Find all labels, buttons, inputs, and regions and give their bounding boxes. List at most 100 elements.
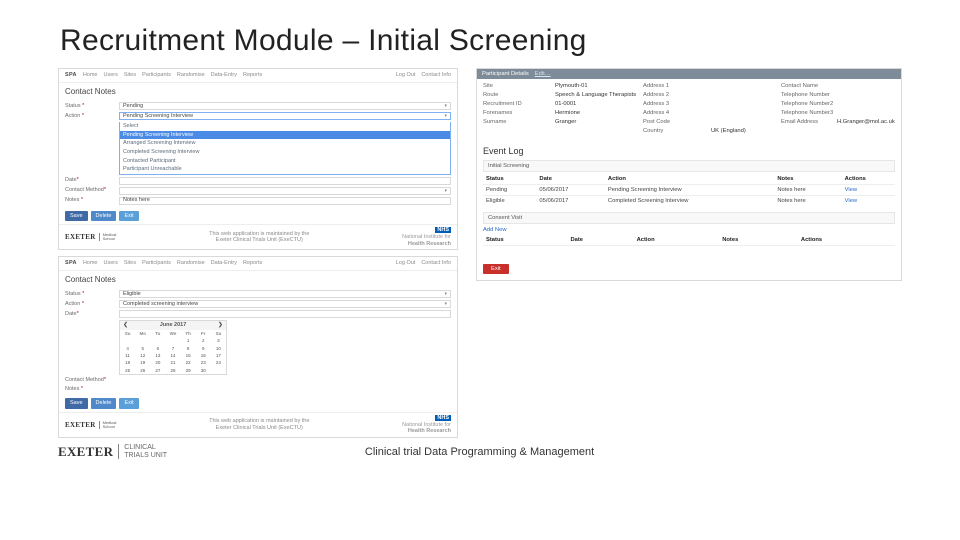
view-link[interactable]: View — [845, 187, 857, 193]
add-new-link[interactable]: Add New — [483, 227, 507, 233]
nav-link[interactable]: Randomise — [177, 260, 205, 267]
datepicker-day[interactable]: 2 — [196, 337, 211, 344]
datepicker-day[interactable]: 23 — [196, 359, 211, 366]
datepicker-day[interactable]: 11 — [120, 352, 135, 359]
nav-link[interactable]: Data-Entry — [211, 260, 237, 267]
exit-button[interactable]: Exit — [483, 264, 509, 274]
status-select[interactable]: Pending▾ — [119, 102, 451, 110]
column-header: Notes — [719, 235, 798, 246]
datepicker-day[interactable]: 3 — [211, 337, 226, 344]
datepicker-dow: We — [165, 330, 180, 337]
datepicker-day[interactable] — [120, 337, 135, 344]
datepicker[interactable]: ❮ June 2017 ❯ SuMoTuWeThFrSa 12345678910… — [119, 320, 227, 375]
dropdown-option[interactable]: Arranged Screening Interview — [120, 139, 450, 148]
label-contact-method: Contact Method* — [65, 377, 119, 384]
detail-label: Contact Name — [781, 83, 837, 89]
datepicker-day[interactable] — [135, 337, 150, 344]
datepicker-day[interactable]: 7 — [165, 345, 180, 352]
datepicker-day[interactable]: 13 — [150, 352, 165, 359]
prev-month-icon[interactable]: ❮ — [122, 322, 129, 329]
datepicker-day[interactable]: 21 — [165, 359, 180, 366]
datepicker-day[interactable]: 27 — [150, 367, 165, 374]
nav-logout[interactable]: Log Out — [396, 260, 416, 267]
datepicker-day[interactable]: 15 — [181, 352, 196, 359]
nav-logout[interactable]: Log Out — [396, 72, 416, 79]
table-row: Eligible05/06/2017Completed Screening In… — [483, 196, 895, 207]
label-date: Date* — [65, 177, 119, 184]
label-notes: Notes * — [65, 386, 119, 393]
app-brand: SPA — [65, 72, 77, 79]
exit-button[interactable]: Exit — [119, 398, 138, 409]
datepicker-day[interactable]: 22 — [181, 359, 196, 366]
action-select[interactable]: Completed screening interview▾ — [119, 300, 451, 308]
view-link[interactable]: View — [845, 198, 857, 204]
datepicker-day[interactable]: 4 — [120, 345, 135, 352]
contact-method-select[interactable]: ▾ — [119, 187, 451, 195]
datepicker-day[interactable]: 5 — [135, 345, 150, 352]
nav-link[interactable]: Data-Entry — [211, 72, 237, 79]
participant-panel: Participant Details Edit… SitePlymouth-0… — [476, 68, 902, 281]
nav-link[interactable]: Participants — [142, 260, 171, 267]
nav-link[interactable]: Reports — [243, 260, 262, 267]
date-input[interactable] — [119, 177, 451, 185]
datepicker-day[interactable]: 18 — [120, 359, 135, 366]
datepicker-day[interactable] — [211, 367, 226, 374]
delete-button[interactable]: Delete — [91, 211, 117, 222]
detail-label: Country — [643, 128, 711, 134]
detail-value: UK (England) — [711, 128, 781, 134]
nav-link[interactable]: Sites — [124, 72, 136, 79]
datepicker-day[interactable]: 1 — [181, 337, 196, 344]
notes-input[interactable]: Notes here — [119, 197, 451, 205]
action-select[interactable]: Pending Screening Interview▾ — [119, 112, 451, 120]
datepicker-day[interactable]: 9 — [196, 345, 211, 352]
dropdown-option[interactable]: Contacted Participant — [120, 157, 450, 166]
nav-link[interactable]: Users — [103, 72, 117, 79]
page-title: Recruitment Module – Initial Screening — [60, 24, 902, 58]
nav-link[interactable]: Participants — [142, 72, 171, 79]
datepicker-day[interactable]: 25 — [120, 367, 135, 374]
datepicker-day[interactable]: 12 — [135, 352, 150, 359]
edit-link[interactable]: Edit… — [535, 71, 551, 77]
date-input[interactable] — [119, 310, 451, 318]
datepicker-day[interactable]: 28 — [165, 367, 180, 374]
delete-button[interactable]: Delete — [91, 398, 117, 409]
dropdown-option[interactable]: Completed Screening Interview — [120, 148, 450, 157]
nav-link[interactable]: Sites — [124, 260, 136, 267]
nav-link[interactable]: Randomise — [177, 72, 205, 79]
datepicker-day[interactable]: 14 — [165, 352, 180, 359]
datepicker-day[interactable]: 24 — [211, 359, 226, 366]
nav-link[interactable]: Home — [83, 260, 98, 267]
exeter-logo: EXETER MedicalSchool — [65, 421, 116, 429]
nav-contact[interactable]: Contact Info — [421, 72, 451, 79]
column-header: Action — [605, 174, 774, 185]
datepicker-day[interactable] — [150, 337, 165, 344]
save-button[interactable]: Save — [65, 211, 88, 222]
datepicker-day[interactable]: 30 — [196, 367, 211, 374]
detail-value — [555, 128, 643, 134]
dropdown-option[interactable]: Select — [120, 122, 450, 131]
nav-link[interactable]: Home — [83, 72, 98, 79]
status-select[interactable]: Eligible▾ — [119, 290, 451, 298]
datepicker-day[interactable]: 17 — [211, 352, 226, 359]
datepicker-day[interactable]: 29 — [181, 367, 196, 374]
nav-link[interactable]: Users — [103, 260, 117, 267]
datepicker-day[interactable]: 10 — [211, 345, 226, 352]
datepicker-day[interactable]: 26 — [135, 367, 150, 374]
datepicker-day[interactable]: 20 — [150, 359, 165, 366]
save-button[interactable]: Save — [65, 398, 88, 409]
datepicker-day[interactable]: 19 — [135, 359, 150, 366]
datepicker-day[interactable]: 8 — [181, 345, 196, 352]
dropdown-option[interactable]: Participant Unreachable — [120, 165, 450, 174]
dropdown-option[interactable]: Pending Screening Interview — [120, 131, 450, 140]
chevron-down-icon: ▾ — [444, 113, 447, 119]
next-month-icon[interactable]: ❯ — [217, 322, 224, 329]
datepicker-day[interactable]: 16 — [196, 352, 211, 359]
datepicker-dow: Sa — [211, 330, 226, 337]
datepicker-month: June 2017 — [160, 322, 187, 329]
exit-button[interactable]: Exit — [119, 211, 138, 222]
nav-contact[interactable]: Contact Info — [421, 260, 451, 267]
nav-link[interactable]: Reports — [243, 72, 262, 79]
detail-value: H.Granger@mol.ac.uk — [837, 119, 895, 125]
datepicker-day[interactable]: 6 — [150, 345, 165, 352]
datepicker-day[interactable] — [165, 337, 180, 344]
